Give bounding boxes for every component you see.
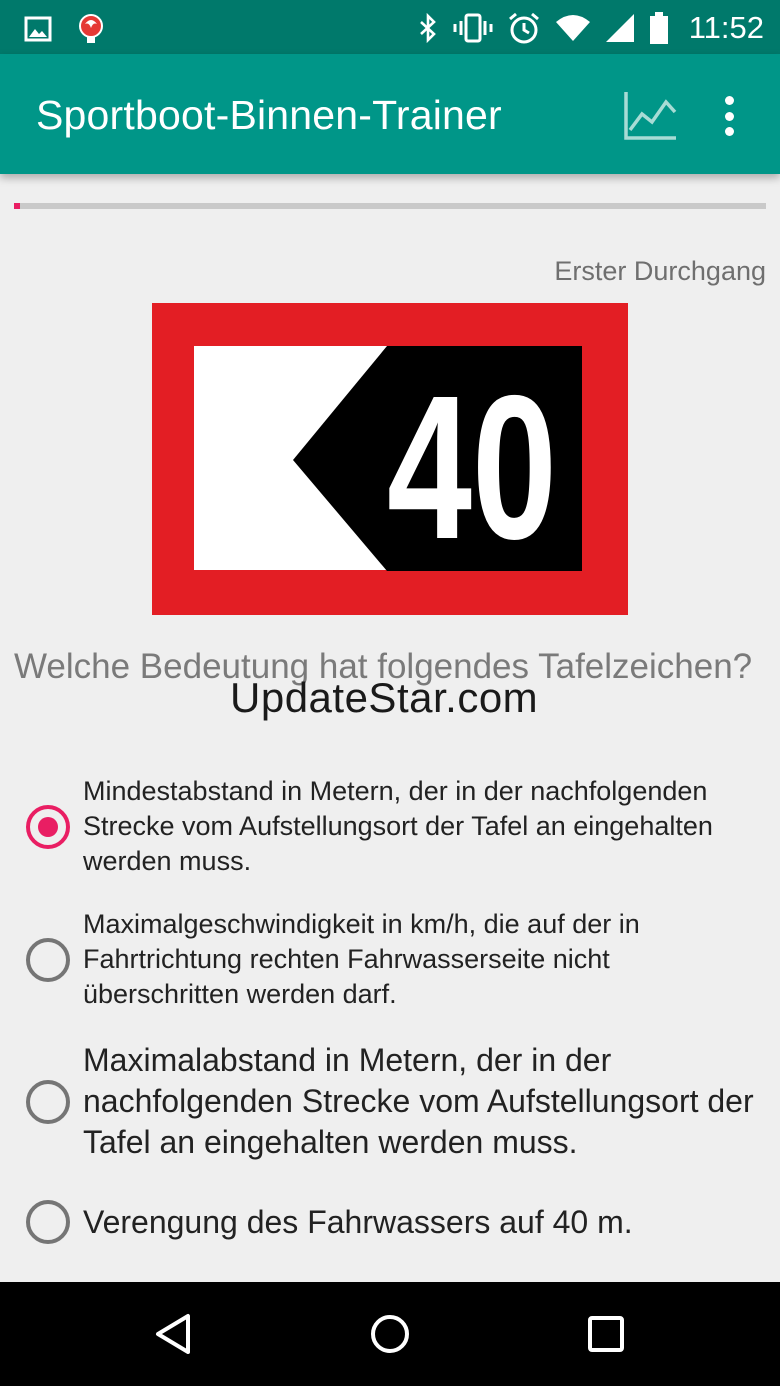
sign-image: 40 <box>152 303 628 615</box>
sign-number: 40 <box>387 353 557 582</box>
image-icon <box>24 16 52 42</box>
answer-option-3[interactable]: Maximalabstand in Metern, der in der nac… <box>0 1040 780 1164</box>
app-bar: Sportboot-Binnen-Trainer <box>0 54 780 174</box>
status-system-icons: 11:52 <box>417 8 764 48</box>
answer-option-1[interactable]: Mindestabstand in Metern, der in der nac… <box>0 773 780 881</box>
radio-button[interactable] <box>26 805 70 849</box>
answer-option-text: Maximalabstand in Metern, der in der nac… <box>83 1042 754 1160</box>
watermark: UpdateStar.com <box>230 674 539 721</box>
radio-button[interactable] <box>26 1200 70 1244</box>
answer-option-text: Maximalgeschwindigkeit in km/h, die auf … <box>83 909 640 1009</box>
wifi-icon <box>555 15 590 41</box>
status-bar: 11:52 <box>0 0 780 54</box>
radio-button[interactable] <box>26 938 70 982</box>
overflow-menu-dot <box>724 127 734 136</box>
quiz-progress-bar <box>14 203 766 209</box>
answer-option-2[interactable]: Maximalgeschwindigkeit in km/h, die auf … <box>0 906 780 1014</box>
app-title: Sportboot-Binnen-Trainer <box>36 92 502 138</box>
app-notification-icon <box>79 14 103 43</box>
round-label: Erster Durchgang <box>554 256 766 286</box>
vibrate-icon <box>453 13 493 43</box>
navigation-bar <box>0 1282 780 1386</box>
status-notifications <box>24 12 106 46</box>
radio-button[interactable] <box>26 1080 70 1124</box>
alarm-icon <box>508 12 539 44</box>
bluetooth-icon <box>419 13 436 43</box>
answer-option-text: Verengung des Fahrwassers auf 40 m. <box>83 1204 633 1240</box>
battery-icon <box>649 12 668 44</box>
overflow-menu-dot <box>724 111 734 121</box>
back-icon[interactable] <box>144 1304 204 1364</box>
overflow-menu-icon <box>724 96 734 105</box>
home-icon[interactable] <box>360 1304 420 1364</box>
statistics-button[interactable] <box>620 88 680 144</box>
signal-icon <box>605 14 634 42</box>
status-time: 11:52 <box>688 10 764 45</box>
quiz-progress-fill <box>14 203 20 209</box>
answer-option-4[interactable]: Verengung des Fahrwassers auf 40 m. <box>0 1200 780 1244</box>
recents-icon[interactable] <box>576 1304 636 1364</box>
answer-option-text: Mindestabstand in Metern, der in der nac… <box>83 776 713 876</box>
overflow-menu-button[interactable] <box>712 90 746 142</box>
chart-icon <box>624 92 677 140</box>
